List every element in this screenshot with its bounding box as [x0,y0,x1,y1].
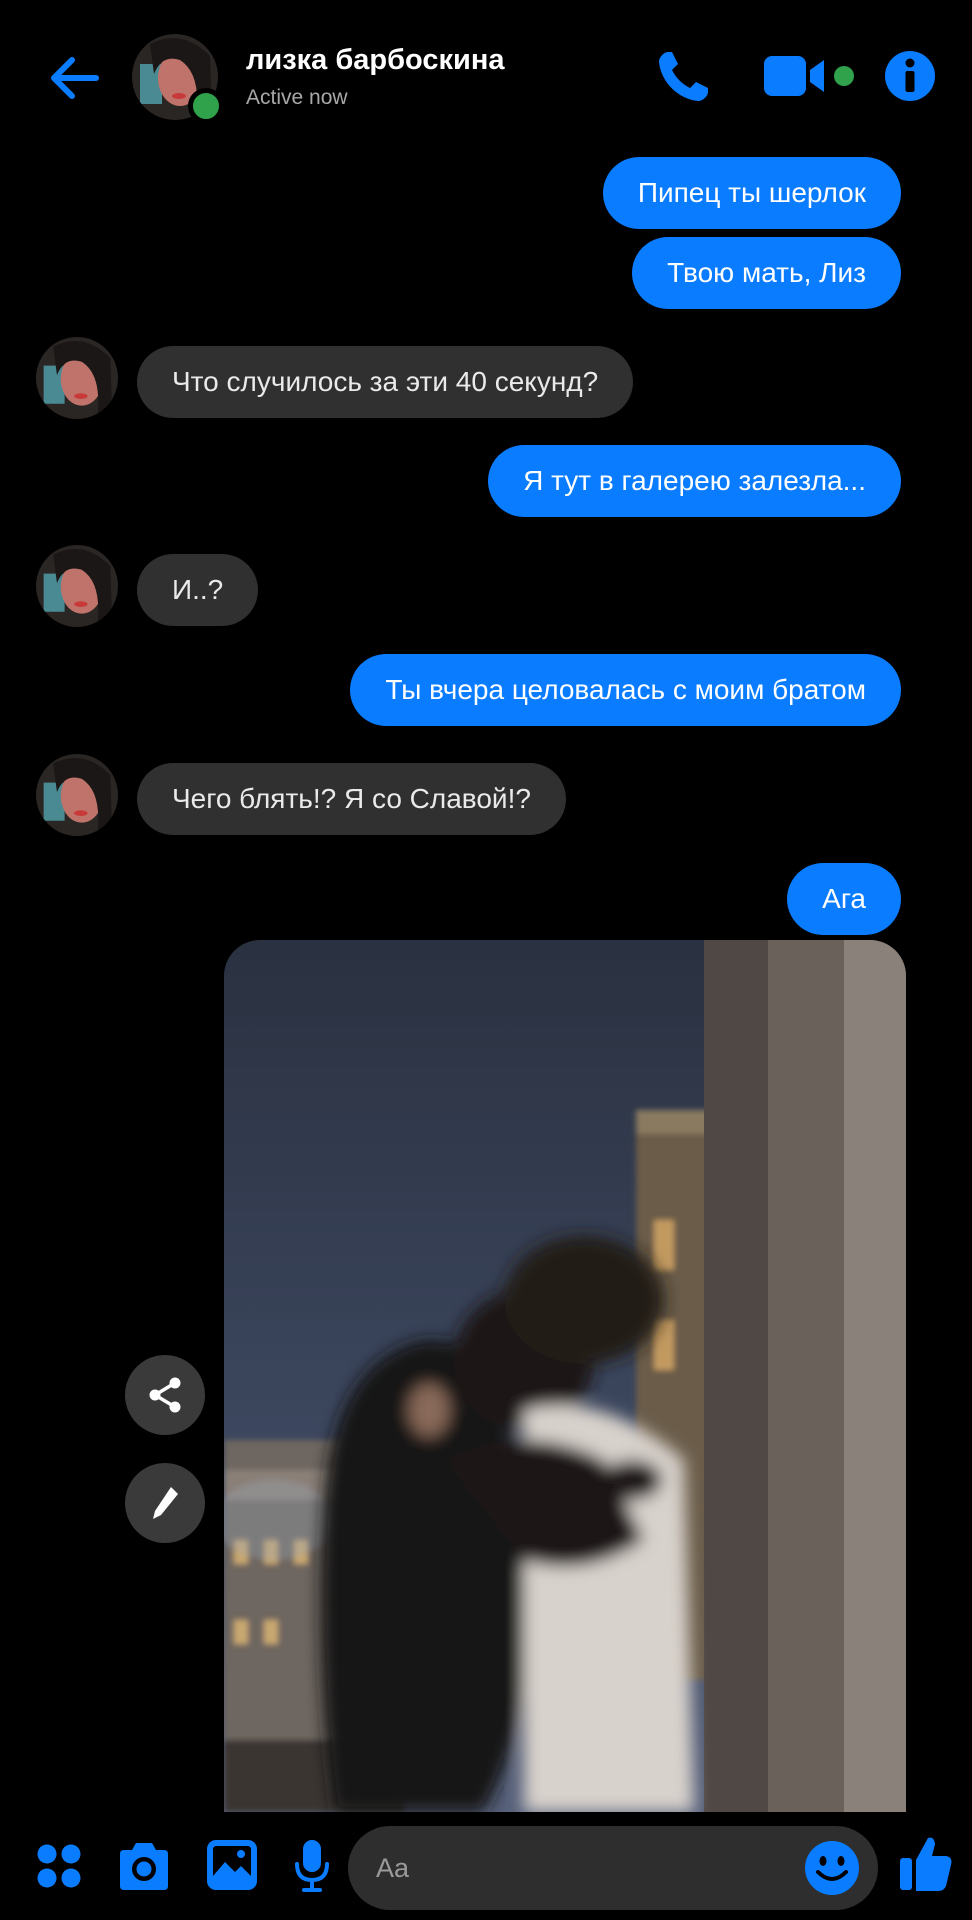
contact-message-avatar[interactable] [36,754,118,836]
video-camera-icon[interactable] [764,54,858,100]
message-bubble-incoming[interactable]: Что случилось за эти 40 секунд? [137,346,634,418]
shared-photo[interactable] [224,940,906,1812]
message-bubble-outgoing[interactable]: Пипец ты шерлок [602,157,901,229]
microphone-icon[interactable] [293,1838,331,1894]
message-bubble-outgoing[interactable]: Ага [787,863,901,935]
contact-status: Active now [246,86,348,109]
contact-avatar[interactable] [132,34,224,124]
message-input[interactable]: Aa [348,1826,878,1910]
contact-message-avatar[interactable] [36,545,118,627]
edit-pencil-icon [153,1487,178,1519]
message-bubble-outgoing[interactable]: Ты вчера целовалась с моим братом [350,654,901,726]
emoji-icon[interactable] [804,1840,860,1896]
gallery-icon[interactable] [207,1840,257,1890]
message-bubble-incoming[interactable]: Чего блять!? Я со Славой!? [137,763,566,835]
message-bubble-outgoing[interactable]: Твою мать, Лиз [632,237,901,309]
share-icon [149,1377,181,1413]
online-status-dot [188,88,224,124]
share-button[interactable] [125,1355,205,1435]
phone-icon[interactable] [654,48,712,106]
message-bubble-incoming[interactable]: И..? [137,554,259,626]
contact-message-avatar[interactable] [36,337,118,419]
camera-icon[interactable] [116,1840,172,1892]
info-icon[interactable] [884,50,936,102]
message-bubble-outgoing[interactable]: Я тут в галерею залезла... [488,445,901,517]
back-arrow-icon[interactable] [44,48,104,108]
chat-header: лизка барбоскина Active now [0,0,972,150]
apps-grid-icon[interactable] [36,1843,82,1889]
contact-name[interactable]: лизка барбоскина [246,44,504,77]
message-input-placeholder: Aa [376,1853,410,1883]
edit-button[interactable] [125,1463,205,1543]
thumbs-up-icon[interactable] [898,1834,954,1894]
